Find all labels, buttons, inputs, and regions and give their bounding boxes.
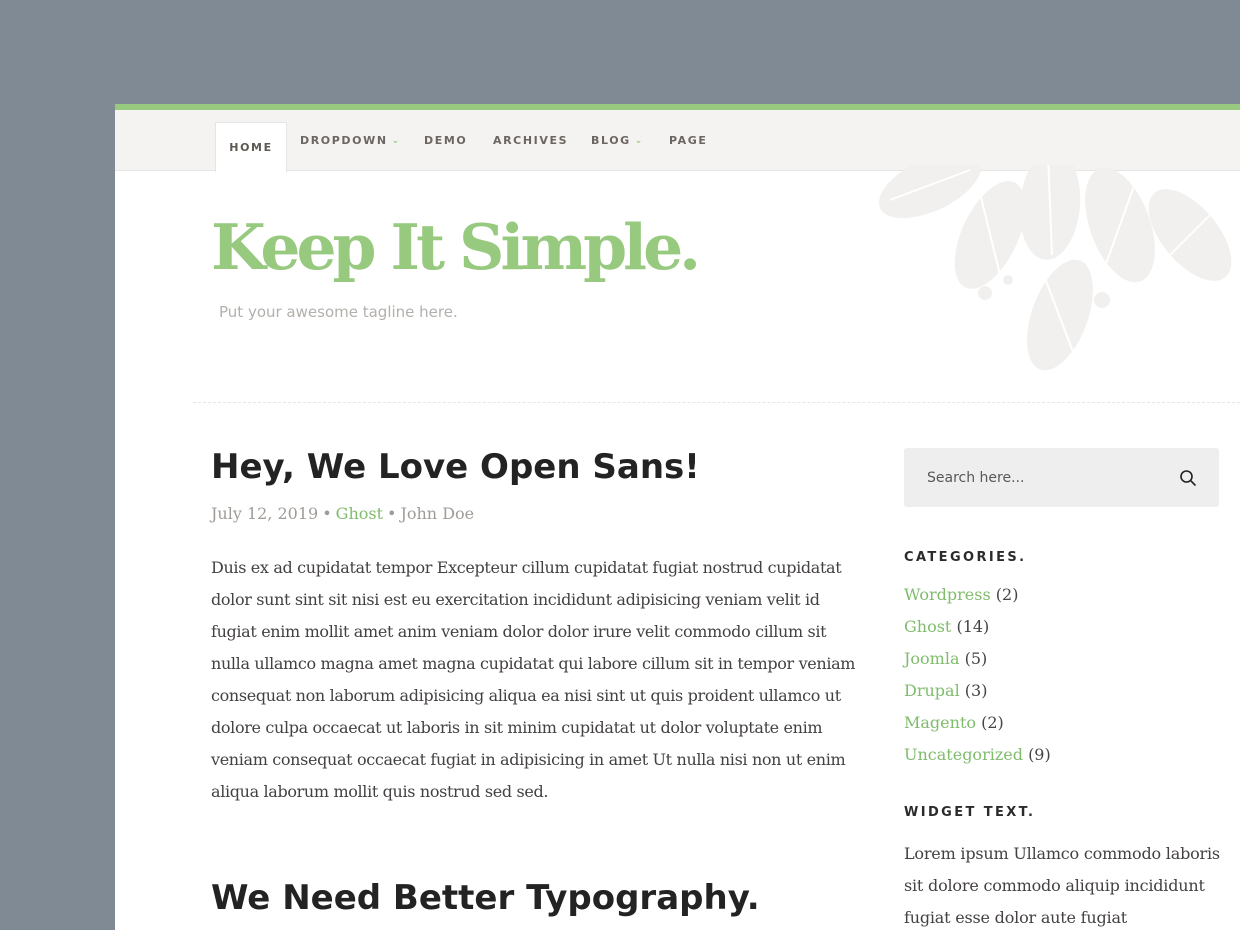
category-link[interactable]: Joomla (904, 649, 960, 668)
leaf-ornament-icon (878, 165, 1232, 371)
category-count: (14) (956, 617, 990, 636)
category-item: Uncategorized (9) (904, 743, 1051, 775)
search-input[interactable] (904, 448, 1154, 507)
post-title[interactable]: We Need Better Typography. (211, 879, 760, 917)
category-count: (2) (981, 713, 1004, 732)
nav-item-page[interactable]: PAGE (669, 110, 708, 171)
page-container: HOME DROPDOWN ⌄ DEMO ARCHIVES BLOG ⌄ PAG… (115, 104, 1240, 930)
chevron-down-icon: ⌄ (391, 135, 400, 146)
site-tagline: Put your awesome tagline here. (219, 303, 458, 321)
nav-item-demo[interactable]: DEMO (424, 110, 467, 171)
category-link[interactable]: Uncategorized (904, 745, 1023, 764)
nav-item-blog[interactable]: BLOG ⌄ (591, 110, 642, 171)
nav-item-label: DROPDOWN (300, 134, 388, 147)
category-item: Wordpress (2) (904, 583, 1051, 615)
nav-item-label: DEMO (424, 134, 468, 147)
text-widget-title: WIDGET TEXT. (904, 805, 1036, 820)
nav-item-label: BLOG (591, 134, 631, 147)
categories-list: Wordpress (2) Ghost (14) Joomla (5) Drup… (904, 583, 1051, 775)
category-count: (3) (964, 681, 988, 700)
category-count: (5) (964, 649, 988, 668)
search-icon[interactable] (1178, 468, 1198, 488)
chevron-down-icon: ⌄ (634, 135, 643, 146)
nav-item-label: HOME (229, 141, 273, 154)
meta-separator: • (387, 504, 397, 523)
nav-item-label: ARCHIVES (493, 134, 569, 147)
post-meta: July 12, 2019 • Ghost • John Doe (211, 504, 474, 523)
category-item: Joomla (5) (904, 647, 1051, 679)
post-category-link[interactable]: Ghost (336, 504, 383, 523)
nav-item-archives[interactable]: ARCHIVES (493, 110, 568, 171)
category-link[interactable]: Drupal (904, 681, 960, 700)
search-form (904, 448, 1219, 507)
category-link[interactable]: Ghost (904, 617, 951, 636)
post-title[interactable]: Hey, We Love Open Sans! (211, 448, 700, 486)
category-item: Magento (2) (904, 711, 1051, 743)
main-navigation: HOME DROPDOWN ⌄ DEMO ARCHIVES BLOG ⌄ PAG… (115, 110, 1240, 172)
category-link[interactable]: Magento (904, 713, 976, 732)
categories-widget-title: CATEGORIES. (904, 550, 1027, 565)
text-widget-body: Lorem ipsum Ullamco commodo laboris sit … (904, 844, 1220, 927)
site-title[interactable]: Keep It Simple. (211, 216, 701, 279)
category-count: (2) (995, 585, 1019, 604)
category-count: (9) (1028, 745, 1051, 764)
post-author: John Doe (400, 504, 475, 523)
nav-item-home[interactable]: HOME (215, 122, 287, 172)
category-link[interactable]: Wordpress (904, 585, 991, 604)
meta-separator: • (322, 504, 332, 523)
post-date: July 12, 2019 (211, 504, 319, 523)
category-item: Ghost (14) (904, 615, 1051, 647)
nav-item-label: PAGE (669, 134, 708, 147)
category-item: Drupal (3) (904, 679, 1051, 711)
nav-item-dropdown[interactable]: DROPDOWN ⌄ (300, 110, 399, 171)
post-excerpt: Duis ex ad cupidatat tempor Excepteur ci… (211, 558, 856, 801)
header-divider (193, 402, 1240, 403)
